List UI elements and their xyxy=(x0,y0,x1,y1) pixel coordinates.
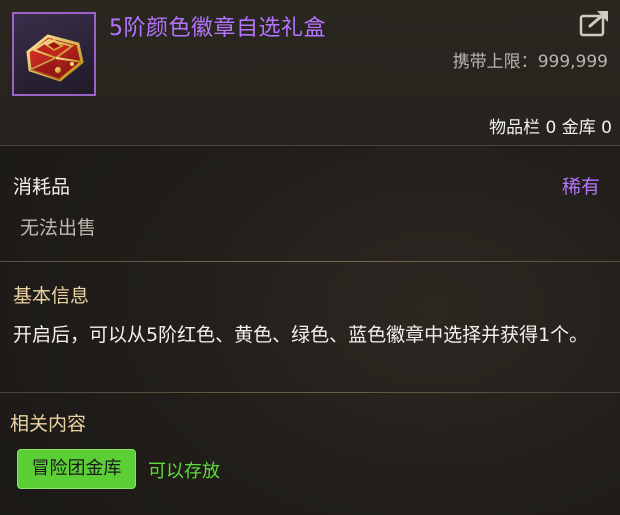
adventure-vault-badge[interactable]: 冒险团金库 xyxy=(17,449,136,489)
carry-limit: 携带上限：999,999 xyxy=(453,47,608,72)
item-title: 5阶颜色徽章自选礼盒 xyxy=(109,16,326,41)
item-type: 消耗品 xyxy=(13,176,71,198)
carry-limit-value: 999,999 xyxy=(537,52,608,72)
carry-limit-label: 携带上限： xyxy=(452,52,538,72)
share-export-icon xyxy=(579,11,608,37)
item-icon-frame xyxy=(12,12,96,96)
share-button[interactable] xyxy=(578,8,612,38)
storage-status: 可以存放 xyxy=(148,461,220,482)
sell-status: 无法出售 xyxy=(20,217,97,239)
item-description: 开启后，可以从5阶红色、黄色、绿色、蓝色徽章中选择并获得1个。 xyxy=(13,324,589,346)
item-tooltip-panel: 5阶颜色徽章自选礼盒 携带上限：999,999 物品栏 0 金库 0 消耗品 稀… xyxy=(0,0,620,515)
inventory-count: 物品栏 0 金库 0 xyxy=(489,118,612,138)
header-divider xyxy=(0,145,620,146)
red-gift-box-icon xyxy=(26,34,84,82)
meta-divider xyxy=(0,261,620,262)
item-rarity: 稀有 xyxy=(561,176,600,198)
info-divider xyxy=(0,392,620,393)
related-title: 相关内容 xyxy=(10,413,87,435)
basic-info-title: 基本信息 xyxy=(13,285,90,307)
